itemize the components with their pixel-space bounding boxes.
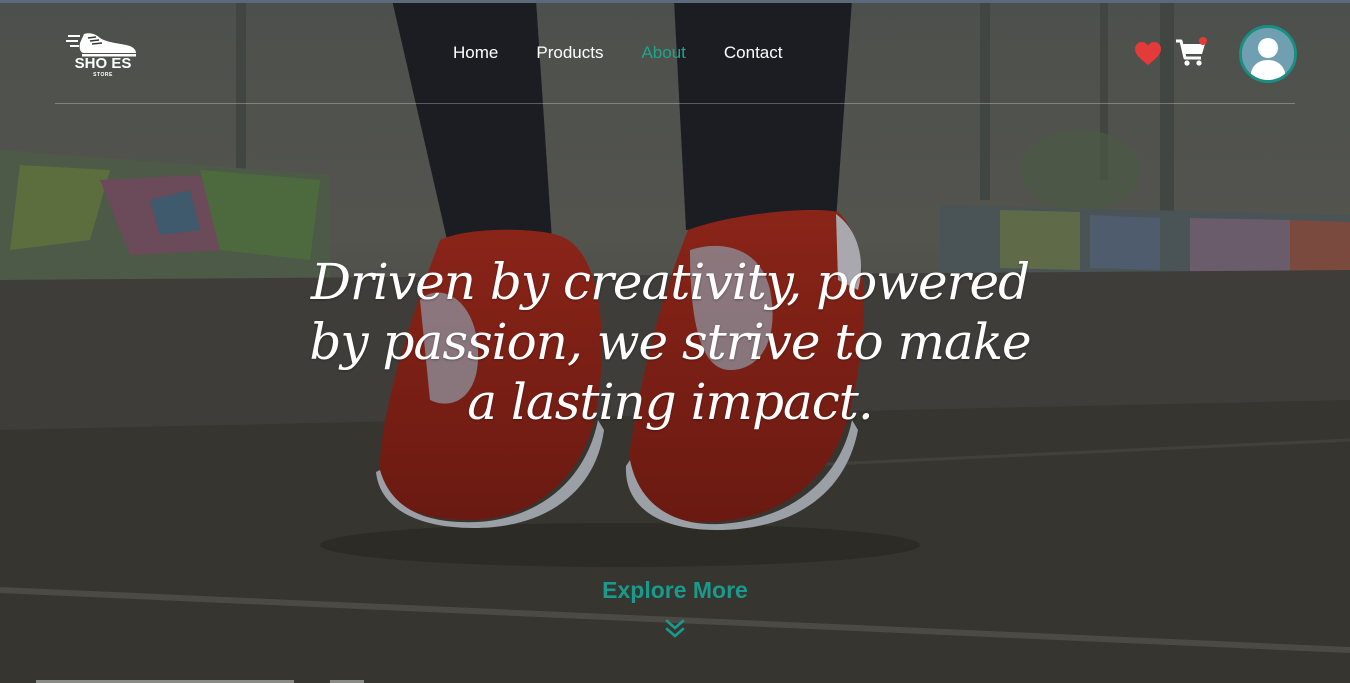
logo-subtitle: STORE: [93, 72, 113, 78]
header-actions: [1132, 25, 1298, 84]
window-top-edge: [0, 0, 1350, 3]
sneaker-logo-icon: [66, 33, 136, 57]
nav-item-about[interactable]: About: [622, 41, 704, 65]
nav-item-products[interactable]: Products: [517, 41, 622, 65]
user-silhouette-icon: [1242, 28, 1294, 80]
store-logo[interactable]: SHO ES STORE: [66, 28, 140, 84]
user-avatar-icon[interactable]: [1239, 25, 1297, 83]
explore-more-button[interactable]: Explore More: [575, 577, 775, 604]
heart-icon[interactable]: [1134, 41, 1162, 67]
main-nav: Home Products About Contact: [434, 41, 801, 65]
nav-item-contact[interactable]: Contact: [705, 41, 802, 65]
double-chevron-down-icon[interactable]: [664, 618, 686, 640]
hero-quote: Driven by creativity, powered by passion…: [309, 253, 1031, 431]
landing-page: SHO ES STORE Home Products About Contact: [0, 0, 1350, 683]
header-divider: [55, 103, 1295, 104]
nav-item-home[interactable]: Home: [434, 41, 517, 65]
cart-notification-dot: [1199, 37, 1207, 45]
logo-wordmark: SHO ES: [74, 55, 132, 72]
